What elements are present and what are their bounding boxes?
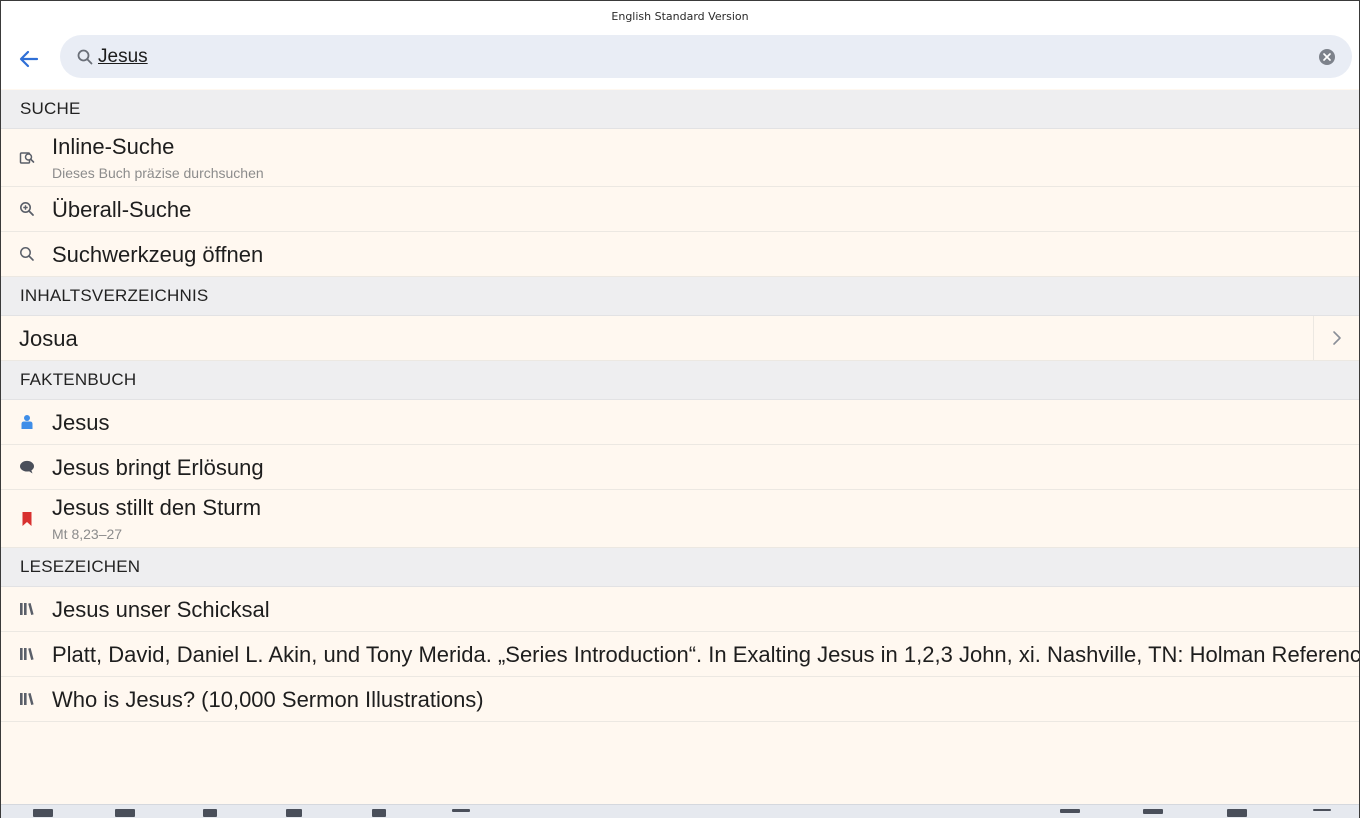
speech-bubble-icon [18,458,36,476]
app-window: English Standard Version SUCHE [0,0,1360,818]
search-icon [77,49,93,65]
expand-button[interactable] [1313,316,1359,360]
bottom-toolbar [1,804,1359,818]
result-sublabel: Dieses Buch präzise durchsuchen [52,165,264,181]
zoom-search-icon [18,200,36,218]
toolbar-panels-icon[interactable] [1226,809,1248,818]
result-label: Jesus bringt Erlösung [52,455,264,480]
clear-icon[interactable] [1318,48,1336,66]
factbook-item-redemption[interactable]: Jesus bringt Erlösung [1,445,1359,490]
library-icon [18,690,36,708]
person-icon [18,413,36,431]
section-header-factbook: FAKTENBUCH [1,361,1359,400]
result-label: Überall-Suche [52,197,192,222]
result-label: Jesus [52,410,110,435]
search-icon [18,245,36,263]
window-title: English Standard Version [1,1,1359,33]
toolbar-layout-icon[interactable] [1142,809,1164,818]
inline-search-icon [18,149,36,167]
result-everywhere-search[interactable]: Überall-Suche [1,187,1359,232]
factbook-item-jesus[interactable]: Jesus [1,400,1359,445]
search-bar [1,33,1359,89]
result-label: Who is Jesus? (10,000 Sermon Illustratio… [52,687,484,712]
result-label: Suchwerkzeug öffnen [52,242,264,267]
result-label: Jesus unser Schicksal [52,597,270,622]
bookmark-item[interactable]: Who is Jesus? (10,000 Sermon Illustratio… [1,677,1359,722]
library-icon [18,645,36,663]
bookmark-icon [18,510,36,528]
toolbar-menu-icon[interactable] [1311,809,1333,818]
section-header-toc: INHALTSVERZEICHNIS [1,277,1359,316]
result-label: Platt, David, Daniel L. Akin, und Tony M… [52,642,1359,667]
result-sublabel: Mt 8,23–27 [52,526,123,542]
toc-item-josua[interactable]: Josua [1,316,1359,361]
factbook-item-storm[interactable]: Jesus stillt den Sturm Mt 8,23–27 [1,490,1359,548]
toolbar-tools-icon[interactable] [368,809,390,818]
library-icon [18,600,36,618]
search-field[interactable] [60,35,1352,78]
back-button[interactable] [13,43,45,75]
result-label: Josua [19,326,78,351]
result-open-search-tool[interactable]: Suchwerkzeug öffnen [1,232,1359,277]
result-label: Inline-Suche [52,134,175,159]
result-inline-search[interactable]: Inline-Suche Dieses Buch präzise durchsu… [1,129,1359,187]
toolbar-documents-icon[interactable] [199,809,221,818]
bookmark-item[interactable]: Platt, David, Daniel L. Akin, und Tony M… [1,632,1359,677]
toolbar-cart-icon[interactable] [1059,809,1081,818]
toolbar-library-icon[interactable] [114,809,136,818]
section-header-suche: SUCHE [1,90,1359,129]
result-label: Jesus stillt den Sturm [52,495,262,520]
chevron-right-icon [1332,331,1341,345]
arrow-left-icon [19,50,39,68]
toolbar-more-icon[interactable] [450,809,472,818]
results-list: SUCHE Inline-Suche Dieses Buch präzise d… [1,90,1359,722]
bookmark-item[interactable]: Jesus unser Schicksal [1,587,1359,632]
search-input[interactable] [98,41,1298,73]
toolbar-home-icon[interactable] [32,809,54,818]
section-header-bookmarks: LESEZEICHEN [1,548,1359,587]
toolbar-guides-icon[interactable] [283,809,305,818]
